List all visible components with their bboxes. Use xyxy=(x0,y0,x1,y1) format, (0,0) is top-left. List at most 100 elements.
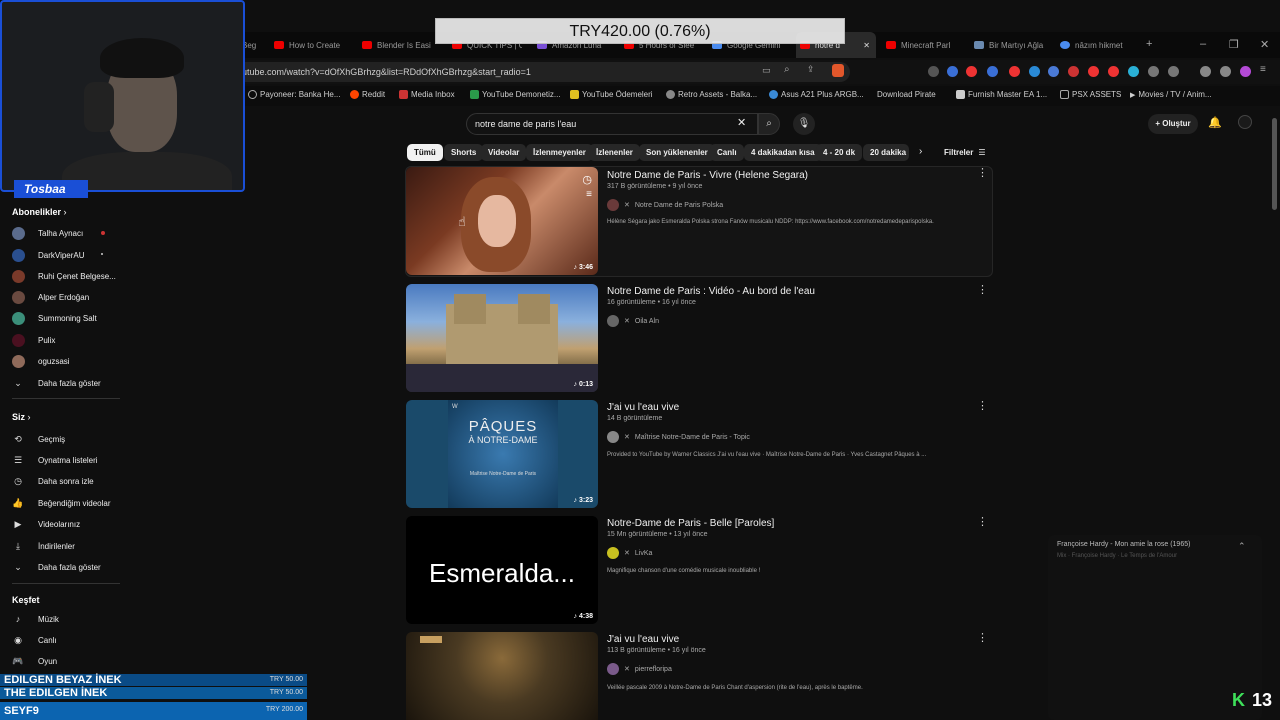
extension-icon[interactable] xyxy=(1068,66,1079,77)
more-actions-icon[interactable]: ⋮ xyxy=(977,283,988,296)
bookmark[interactable]: PSX ASSETS xyxy=(1060,90,1121,99)
search-button[interactable]: ⌕ xyxy=(758,113,780,135)
extension-icon[interactable] xyxy=(1088,66,1099,77)
bookmark[interactable]: Download Pirate xyxy=(877,90,936,99)
extension-icon[interactable] xyxy=(966,66,977,77)
sidebar-item-subscription[interactable]: oguzsasi xyxy=(12,355,70,368)
bookmark[interactable]: Furnish Master EA 1... xyxy=(956,90,1047,99)
screen-icon[interactable]: ▭ xyxy=(762,65,771,76)
video-thumbnail[interactable]: ◷ ≡ ♪ 3:46 xyxy=(406,167,598,275)
sidebar-item-downloads[interactable]: ⤓ İndirilenler xyxy=(12,540,75,552)
channel-link[interactable]: ✕ pierrefloripa xyxy=(607,663,672,675)
chip-live[interactable]: Canlı xyxy=(710,144,744,161)
extensions-menu-icon[interactable] xyxy=(1148,66,1159,77)
sidebar-item-liked[interactable]: 👍 Beğendiğim videolar xyxy=(12,497,110,509)
extension-icon[interactable] xyxy=(1128,66,1139,77)
reading-list-icon[interactable] xyxy=(1168,66,1179,77)
video-title[interactable]: Notre-Dame de Paris - Belle [Paroles] xyxy=(607,518,774,529)
extension-icon[interactable] xyxy=(947,66,958,77)
chip-videos[interactable]: Videolar xyxy=(481,144,527,161)
zoom-icon[interactable]: ⌕ xyxy=(784,64,790,75)
sidebar-item-subscription[interactable]: Pulix xyxy=(12,334,55,347)
mini-player-queue[interactable]: Françoise Hardy - Mon amie la rose (1965… xyxy=(1048,535,1262,720)
chip-watched[interactable]: İzlenenler xyxy=(589,144,640,161)
sidebar-item-gaming[interactable]: 🎮 Oyun xyxy=(12,655,57,667)
bookmark[interactable]: ▶ Movies / TV / Anim... xyxy=(1130,90,1212,99)
chip-recent[interactable]: Son yüklenenler xyxy=(639,144,715,161)
browser-tab[interactable]: Beg xyxy=(242,32,262,58)
bookmark[interactable]: YouTube Ödemeleri xyxy=(570,90,653,99)
watch-later-icon[interactable]: ◷ xyxy=(582,173,592,186)
you-header[interactable]: Siz › xyxy=(12,412,31,422)
video-title[interactable]: J'ai vu l'eau vive xyxy=(607,402,679,413)
more-actions-icon[interactable]: ⋮ xyxy=(977,166,988,179)
minimize-icon[interactable]: – xyxy=(1200,38,1206,50)
sidebar-item-history[interactable]: ⟲ Geçmiş xyxy=(12,433,65,445)
sidebar-show-more[interactable]: ⌄ Daha fazla göster xyxy=(12,561,100,573)
more-actions-icon[interactable]: ⋮ xyxy=(977,631,988,644)
add-to-queue-icon[interactable]: ≡ xyxy=(586,189,592,200)
channel-link[interactable]: ✕ Oila Aln xyxy=(607,315,659,327)
chip-medium-duration[interactable]: 4 - 20 dk xyxy=(816,144,863,161)
video-thumbnail[interactable]: ♪ 0:13 xyxy=(406,284,598,392)
channel-link[interactable]: ✕ Notre Dame de Paris Polska xyxy=(607,199,723,211)
account-avatar[interactable] xyxy=(1238,115,1252,129)
filters-button[interactable]: Filtreler ☰ xyxy=(944,148,986,157)
browser-tab[interactable]: Bir Martıyı Ağla xyxy=(974,32,1046,58)
sidebar-item-subscription[interactable]: Alper Erdoğan xyxy=(12,291,89,304)
video-title[interactable]: J'ai vu l'eau vive xyxy=(607,634,679,645)
chip-all[interactable]: Tümü xyxy=(407,144,443,161)
extension-icon[interactable] xyxy=(987,66,998,77)
more-actions-icon[interactable]: ⋮ xyxy=(977,399,988,412)
maximize-icon[interactable]: ❐ xyxy=(1229,38,1239,51)
browser-menu-icon[interactable]: ≡ xyxy=(1260,64,1266,75)
channel-link[interactable]: ✕ LivKa xyxy=(607,547,652,559)
sidebar-item-watch-later[interactable]: ◷ Daha sonra izle xyxy=(12,475,94,487)
sidebar-item-live[interactable]: ◉ Canlı xyxy=(12,634,57,646)
close-window-icon[interactable]: ✕ xyxy=(1260,38,1269,51)
sidebar-item-playlists[interactable]: ☰ Oynatma listeleri xyxy=(12,454,98,466)
notifications-bell-icon[interactable]: 🔔 xyxy=(1208,116,1222,129)
bookmark[interactable]: Media Inbox xyxy=(399,90,455,99)
chevron-up-icon[interactable]: ⌃ xyxy=(1238,541,1246,552)
sidebar-item-your-videos[interactable]: ▶ Videolarınız xyxy=(12,518,81,530)
chevron-right-icon[interactable]: › xyxy=(919,146,922,157)
video-thumbnail[interactable] xyxy=(406,632,598,720)
video-title[interactable]: Notre Dame de Paris : Vidéo - Au bord de… xyxy=(607,286,815,297)
sidebar-show-more[interactable]: ⌄ Daha fazla göster xyxy=(12,377,100,389)
sidebar-item-music[interactable]: ♪ Müzik xyxy=(12,613,59,625)
bookmark[interactable]: YouTube Demonetiz... xyxy=(470,90,561,99)
browser-tab[interactable]: How to Create xyxy=(274,32,352,58)
bookmark[interactable]: Retro Assets - Balka... xyxy=(666,90,757,99)
extension-icon[interactable] xyxy=(1048,66,1059,77)
new-tab-icon[interactable]: + xyxy=(1146,38,1152,50)
more-actions-icon[interactable]: ⋮ xyxy=(977,515,988,528)
profile-icon[interactable] xyxy=(1240,66,1251,77)
extension-icon[interactable] xyxy=(1029,66,1040,77)
extension-icon[interactable] xyxy=(928,66,939,77)
sidebar-item-subscription[interactable]: Talha Aynacı xyxy=(12,227,83,240)
media-icon[interactable] xyxy=(1200,66,1211,77)
sidebar-item-subscription[interactable]: DarkViperAU xyxy=(12,249,85,262)
extension-icon[interactable] xyxy=(1009,66,1020,77)
chip-shorts[interactable]: Shorts xyxy=(444,144,484,161)
chip-short-duration[interactable]: 4 dakikadan kısa xyxy=(744,144,822,161)
sidebar-item-subscription[interactable]: Summoning Salt xyxy=(12,312,97,325)
subscriptions-header[interactable]: Abonelikler › xyxy=(12,207,67,217)
bookmark[interactable]: Payoneer: Banka He... xyxy=(248,90,341,99)
chip-unwatched[interactable]: İzlenmeyenler xyxy=(526,144,593,161)
create-button[interactable]: + Oluştur xyxy=(1148,114,1198,134)
url-field[interactable]: utube.com/watch?v=dOfXhGBrhzg&list=RDdOf… xyxy=(232,62,850,82)
video-thumbnail[interactable]: W PÂQUES À NOTRE-DAME Maîtrise Notre-Dam… xyxy=(406,400,598,508)
sidebar-toggle-icon[interactable] xyxy=(1220,66,1231,77)
voice-search-button[interactable]: 🎙 xyxy=(793,113,815,135)
extension-icon[interactable] xyxy=(1108,66,1119,77)
channel-link[interactable]: ✕ Maîtrise Notre-Dame de Paris - Topic xyxy=(607,431,750,443)
chip-long-duration[interactable]: 20 dakika xyxy=(863,144,909,161)
page-scrollbar[interactable] xyxy=(1272,118,1277,210)
share-icon[interactable]: ⇪ xyxy=(807,64,815,75)
sidebar-item-subscription[interactable]: Ruhi Çenet Belgese... xyxy=(12,270,116,283)
video-thumbnail[interactable]: Esmeralda... ♪ 4:38 xyxy=(406,516,598,624)
browser-tab[interactable]: Blender Is Easi xyxy=(362,32,434,58)
bookmark[interactable]: Reddit xyxy=(350,90,385,99)
